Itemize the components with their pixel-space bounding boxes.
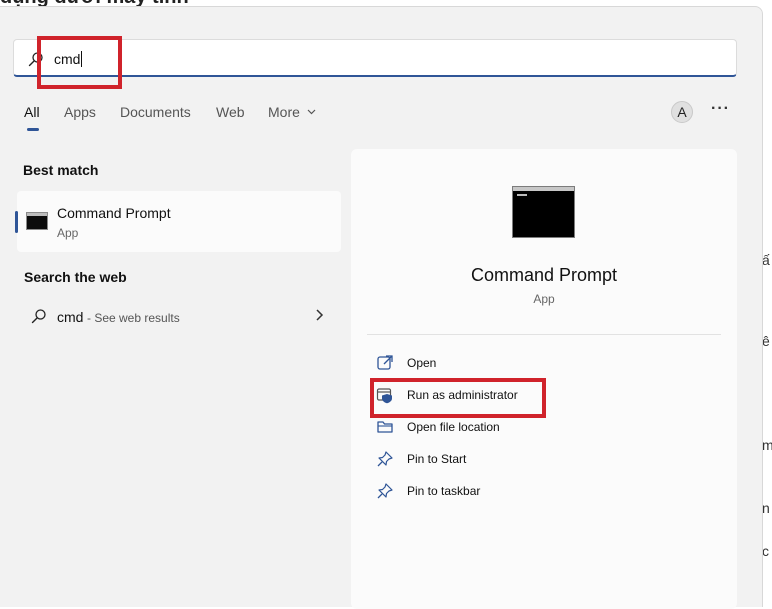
web-search-result[interactable]: cmd - See web results: [24, 300, 334, 334]
action-pin-to-start[interactable]: Pin to Start: [376, 448, 706, 472]
chevron-down-icon: [307, 109, 316, 115]
background-text-fragment: ê: [762, 333, 770, 349]
background-text-fragment: c: [762, 543, 769, 559]
background-text-fragment: m: [762, 437, 772, 453]
tab-more-label: More: [268, 104, 300, 120]
highlight-box-run-as-admin: [370, 378, 546, 418]
avatar[interactable]: A: [671, 101, 693, 123]
more-options-icon[interactable]: ···: [711, 100, 730, 118]
background-text-fragment: ấ: [762, 252, 770, 268]
action-label: Pin to Start: [407, 452, 467, 466]
web-query-text: cmd: [57, 309, 84, 325]
highlight-box-search: [37, 36, 122, 89]
tab-apps[interactable]: Apps: [64, 104, 96, 120]
best-match-name: Command Prompt: [57, 205, 171, 221]
pin-icon: [377, 483, 393, 499]
action-label: Open: [407, 356, 437, 370]
action-open-file-location[interactable]: Open file location: [376, 416, 706, 440]
preview-app-name: Command Prompt: [470, 265, 618, 285]
search-web-heading: Search the web: [24, 269, 127, 285]
action-open[interactable]: Open: [376, 352, 706, 376]
active-tab-indicator: [27, 128, 39, 131]
tab-all[interactable]: All: [24, 104, 40, 120]
command-prompt-icon: [512, 186, 575, 238]
tab-documents[interactable]: Documents: [120, 104, 191, 120]
preview-app-type: App: [533, 292, 555, 306]
action-label: Open file location: [407, 420, 500, 434]
divider: [367, 334, 721, 335]
best-match-type: App: [57, 226, 79, 240]
tab-web[interactable]: Web: [216, 104, 245, 120]
command-prompt-icon: [26, 212, 48, 230]
open-external-icon: [377, 355, 393, 370]
background-text-fragment: n: [762, 500, 770, 516]
web-results-hint: - See web results: [87, 311, 180, 325]
action-label: Pin to taskbar: [407, 484, 481, 498]
action-pin-to-taskbar[interactable]: Pin to taskbar: [376, 480, 706, 504]
search-icon: [31, 309, 46, 324]
best-match-heading: Best match: [23, 162, 99, 178]
tab-more[interactable]: More: [268, 104, 316, 120]
selection-indicator: [15, 211, 18, 233]
folder-icon: [377, 421, 393, 433]
pin-icon: [377, 451, 393, 467]
best-match-item[interactable]: [17, 191, 341, 252]
chevron-right-icon: [316, 309, 324, 321]
